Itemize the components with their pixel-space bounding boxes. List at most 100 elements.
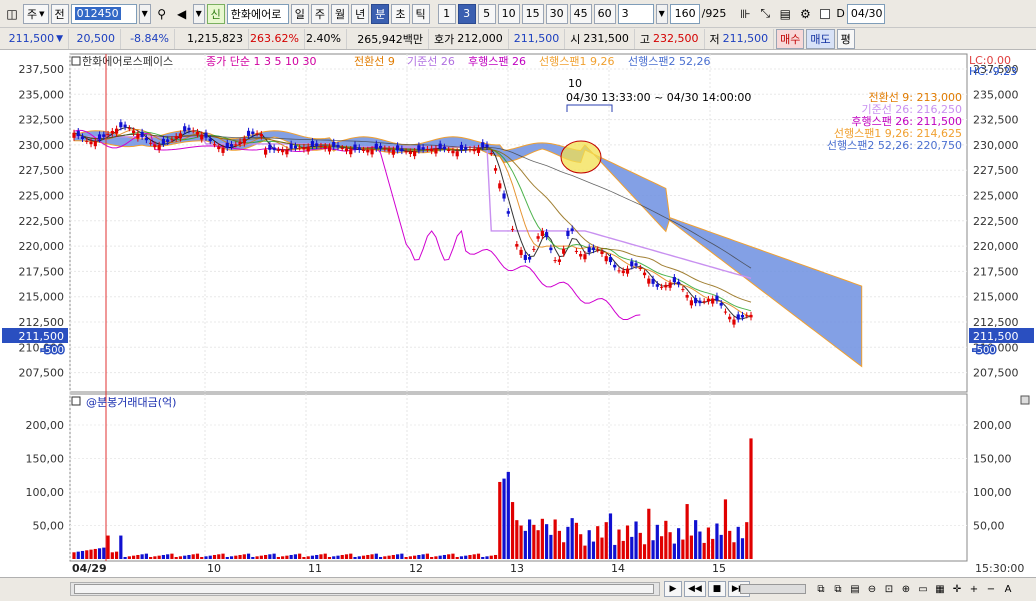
count-input[interactable]: 160 [669, 3, 700, 24]
candle-body [447, 149, 451, 151]
crosshair-icon[interactable]: ✛ [950, 581, 964, 597]
speaker-dropdown-icon[interactable]: ▼ [192, 3, 205, 24]
scroll-start-icon[interactable]: ◀◀ [684, 581, 706, 597]
period-week[interactable]: 주 [310, 3, 330, 24]
code-dropdown-icon[interactable]: ▼ [138, 3, 151, 24]
minute-value-input[interactable]: 3 [617, 3, 654, 24]
candle-body [591, 247, 596, 251]
candle-body [191, 130, 195, 132]
volume-bar [174, 556, 178, 559]
price-tick-label: 207,500 [973, 367, 1019, 380]
volume-bar [353, 556, 357, 559]
time-tick-label: 14 [611, 562, 625, 575]
minute-15[interactable]: 15 [521, 3, 544, 24]
period-minute[interactable]: 분 [371, 3, 390, 24]
buy-button[interactable]: 매수 [776, 28, 805, 49]
date-input[interactable]: 04/30 [846, 3, 885, 24]
plus-icon[interactable]: + [967, 581, 981, 597]
search-icon[interactable]: ⚲ [153, 4, 171, 24]
market-select[interactable]: 주 ▼ [23, 3, 49, 24]
volume-bar [583, 545, 587, 559]
stock-code-input[interactable]: 012450 [70, 3, 137, 24]
volume-panel-checkbox[interactable] [71, 396, 81, 406]
candle-body [677, 281, 681, 285]
candle-body [638, 267, 642, 269]
scroll-thumb[interactable] [74, 584, 654, 594]
print-icon[interactable]: ▤ [848, 581, 862, 597]
candle-body [344, 148, 349, 152]
period-tick[interactable]: 틱 [411, 3, 430, 24]
period-second[interactable]: 초 [391, 3, 410, 24]
legend-chikou: 후행스팬 26 [468, 55, 526, 68]
minus-icon[interactable]: − [984, 581, 998, 597]
candle-body [664, 284, 668, 288]
candle-body [493, 168, 498, 171]
minute-45[interactable]: 45 [569, 3, 592, 24]
font-icon[interactable]: A [1001, 581, 1015, 597]
volume-tick-label: 100,00 [26, 486, 65, 499]
candle-body [161, 138, 166, 144]
minute-1[interactable]: 1 [437, 3, 456, 24]
period-month[interactable]: 월 [331, 3, 350, 24]
speaker-icon[interactable]: ◀ [173, 4, 191, 24]
minute-30[interactable]: 30 [545, 3, 568, 24]
scroll-left-icon[interactable]: ▶ [664, 581, 682, 597]
window-icon[interactable]: ▭ [916, 581, 930, 597]
candle-body [519, 249, 523, 255]
copy-icon[interactable]: ⧉ [831, 581, 845, 597]
panel-close-icon[interactable] [1020, 395, 1030, 405]
time-tick-label: 15 [712, 562, 726, 575]
sin-badge[interactable]: 신 [206, 3, 225, 24]
minute-60[interactable]: 60 [593, 3, 616, 24]
candle-body [366, 149, 370, 153]
chart-area[interactable]: 237,500 235,000 232,500 230,000 227,500 225,0… [0, 50, 1036, 577]
jeon-button[interactable]: 전 [50, 3, 69, 24]
volume-bar [221, 553, 225, 559]
candle-body [651, 278, 655, 284]
volume-bar [212, 554, 217, 559]
price-panel-checkbox[interactable] [71, 56, 81, 66]
candle-body [281, 149, 285, 153]
save-icon[interactable]: ▤ [776, 4, 794, 24]
period-day[interactable]: 일 [290, 3, 309, 24]
candle-body [417, 145, 421, 151]
candle-body [353, 144, 357, 150]
gear-icon[interactable]: ⚙ [796, 4, 814, 24]
sell-button[interactable]: 매도 [806, 28, 835, 49]
zoom-slider[interactable] [740, 584, 806, 594]
minute-5[interactable]: 5 [477, 3, 496, 24]
minute-3[interactable]: 3 [457, 3, 476, 24]
d-checkbox[interactable] [816, 4, 834, 24]
candle-body [715, 295, 719, 301]
volume-bar [719, 534, 723, 559]
price-tick-label: 212,500 [19, 316, 65, 329]
right-volume-axis: 200,00 150,00 100,00 50,00 [973, 419, 1012, 533]
zoom-in-icon[interactable]: ⊕ [899, 581, 913, 597]
volume-bar [217, 554, 221, 559]
volume-bar [136, 554, 140, 559]
eval-button[interactable]: 평 [836, 28, 855, 49]
candle-body [225, 142, 229, 148]
candle-type-icon[interactable]: ⊪ [736, 4, 754, 24]
minute-dropdown-icon[interactable]: ▼ [655, 3, 668, 24]
volume-tick-label: 50,00 [973, 520, 1005, 533]
chart-window-icon[interactable]: ◫ [3, 4, 21, 24]
minute-10[interactable]: 10 [497, 3, 520, 24]
fit-icon[interactable]: ⊡ [882, 581, 896, 597]
volume-bar [208, 555, 212, 559]
period-year[interactable]: 년 [351, 3, 370, 24]
volume-bar [383, 556, 387, 559]
layout-icon[interactable]: ⧉ [814, 581, 828, 597]
volume-bar [144, 553, 148, 559]
stop-icon[interactable]: ■ [707, 581, 726, 597]
zoom-out-icon[interactable]: ⊖ [865, 581, 879, 597]
candle-body [523, 254, 527, 260]
candle-body [246, 130, 251, 136]
volume-bar [749, 438, 753, 559]
price-chart-svg[interactable]: 237,500 235,000 232,500 230,000 227,500 225,0… [0, 50, 1036, 577]
stock-name-field[interactable]: 한화에어로 [226, 3, 289, 24]
volume-bar [515, 520, 519, 559]
volume-bar [655, 524, 659, 559]
draw-tool-icon[interactable]: ⤡ [756, 4, 774, 24]
grid-icon[interactable]: ▦ [933, 581, 947, 597]
